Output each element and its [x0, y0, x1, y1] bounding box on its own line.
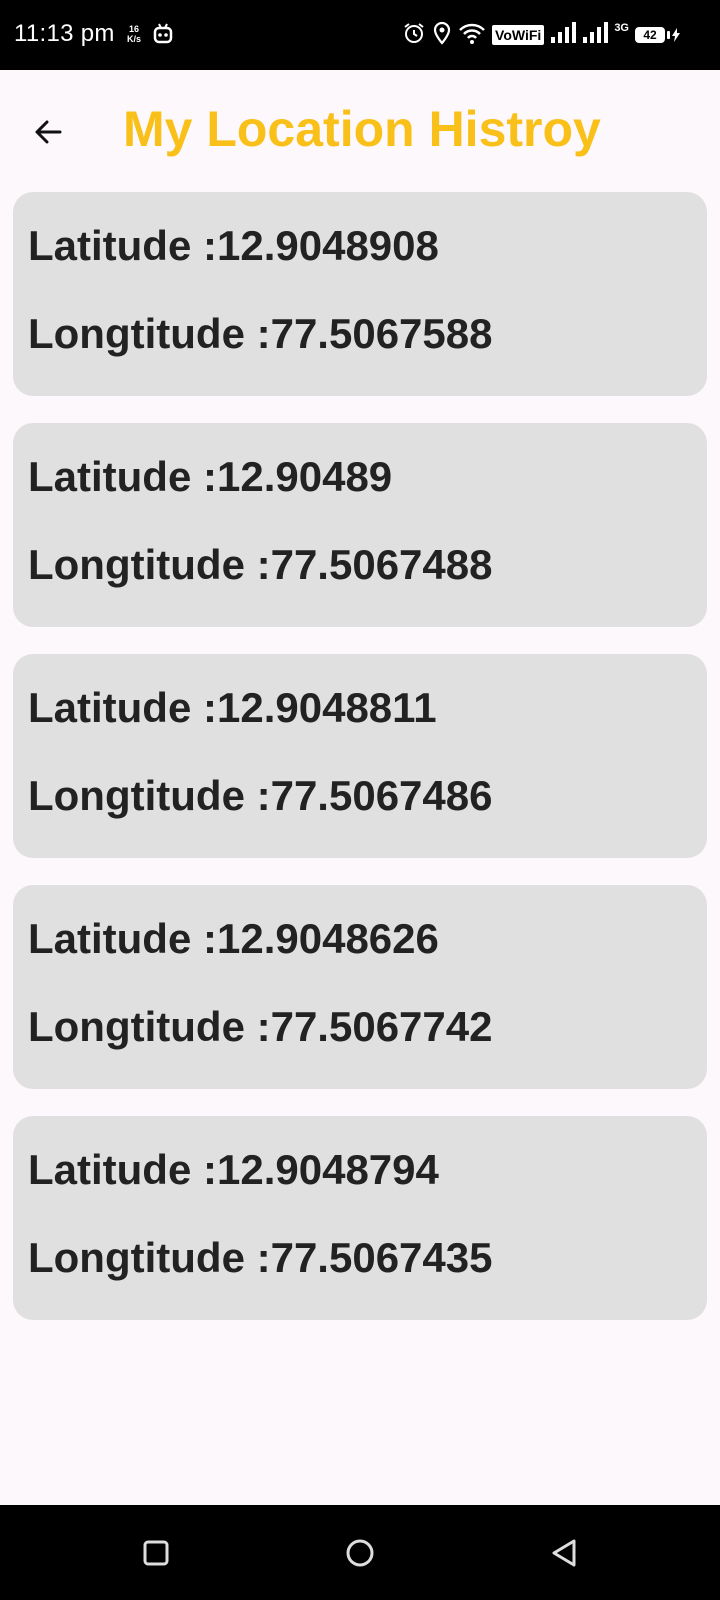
latitude-row: Latitude :12.9048811 — [28, 684, 707, 732]
battery-icon: 42 — [635, 27, 680, 43]
latitude-label: Latitude : — [28, 222, 217, 269]
circle-icon — [345, 1538, 375, 1573]
network-type: 3G — [614, 22, 629, 34]
vowifi-badge: VoWiFi — [492, 25, 545, 45]
longitude-row: Longtitude :77.5067435 — [28, 1234, 707, 1282]
latitude-value: 12.90489 — [216, 453, 393, 500]
latitude-row: Latitude :12.90489 — [28, 453, 707, 501]
status-icons: VoWiFi 3G 42 — [402, 20, 680, 50]
longitude-label: Longtitude : — [28, 1234, 271, 1281]
longitude-value: 77.5067488 — [270, 541, 493, 588]
system-nav-bar — [0, 1505, 720, 1600]
latitude-label: Latitude : — [28, 915, 217, 962]
location-history-list: Latitude :12.9048908 Longtitude :77.5067… — [13, 192, 707, 1347]
wifi-icon — [458, 21, 486, 50]
longitude-value: 77.5067435 — [270, 1234, 493, 1281]
page-title: My Location Histroy — [123, 101, 601, 157]
latitude-label: Latitude : — [28, 684, 217, 731]
location-pin-icon — [432, 21, 452, 50]
location-card[interactable]: Latitude :12.9048908 Longtitude :77.5067… — [13, 192, 707, 396]
arrow-left-icon — [32, 116, 64, 153]
latitude-label: Latitude : — [28, 1146, 217, 1193]
network-speed-unit: K/s — [126, 34, 141, 44]
longitude-label: Longtitude : — [28, 1003, 271, 1050]
longitude-row: Longtitude :77.5067588 — [28, 310, 707, 358]
recents-button[interactable] — [136, 1535, 176, 1575]
latitude-value: 12.9048908 — [216, 222, 439, 269]
latitude-value: 12.9048626 — [216, 915, 439, 962]
location-card[interactable]: Latitude :12.9048626 Longtitude :77.5067… — [13, 885, 707, 1089]
latitude-value: 12.9048794 — [216, 1146, 439, 1193]
latitude-row: Latitude :12.9048908 — [28, 222, 707, 270]
status-bar: 11:13 pm 16 K/s VoWiFi 3G 42 — [0, 0, 720, 70]
longitude-row: Longtitude :77.5067486 — [28, 772, 707, 820]
nav-back-button[interactable] — [544, 1535, 584, 1575]
robot-icon — [152, 22, 174, 51]
app-bar: My Location Histroy — [0, 70, 720, 190]
alarm-icon — [402, 21, 426, 50]
latitude-row: Latitude :12.9048626 — [28, 915, 707, 963]
triangle-back-icon — [550, 1538, 578, 1573]
latitude-value: 12.9048811 — [216, 684, 437, 731]
longitude-value: 77.5067486 — [270, 772, 493, 819]
battery-level: 42 — [635, 27, 665, 43]
network-speed-value: 16 — [128, 24, 139, 34]
latitude-row: Latitude :12.9048794 — [28, 1146, 707, 1194]
location-card[interactable]: Latitude :12.90489 Longtitude :77.506748… — [13, 423, 707, 627]
square-icon — [142, 1539, 170, 1572]
longitude-label: Longtitude : — [28, 772, 271, 819]
longitude-value: 77.5067742 — [270, 1003, 493, 1050]
longitude-value: 77.5067588 — [270, 310, 493, 357]
signal-icon — [550, 21, 577, 49]
location-card[interactable]: Latitude :12.9048811 Longtitude :77.5067… — [13, 654, 707, 858]
signal-icon-2 — [582, 21, 609, 49]
longitude-label: Longtitude : — [28, 541, 271, 588]
latitude-label: Latitude : — [28, 453, 217, 500]
location-card[interactable]: Latitude :12.9048794 Longtitude :77.5067… — [13, 1116, 707, 1320]
longitude-row: Longtitude :77.5067742 — [28, 1003, 707, 1051]
back-button[interactable] — [22, 108, 74, 160]
longitude-label: Longtitude : — [28, 310, 271, 357]
home-button[interactable] — [340, 1535, 380, 1575]
network-speed: 16 K/s — [124, 24, 144, 44]
longitude-row: Longtitude :77.5067488 — [28, 541, 707, 589]
status-time: 11:13 pm — [14, 20, 115, 47]
